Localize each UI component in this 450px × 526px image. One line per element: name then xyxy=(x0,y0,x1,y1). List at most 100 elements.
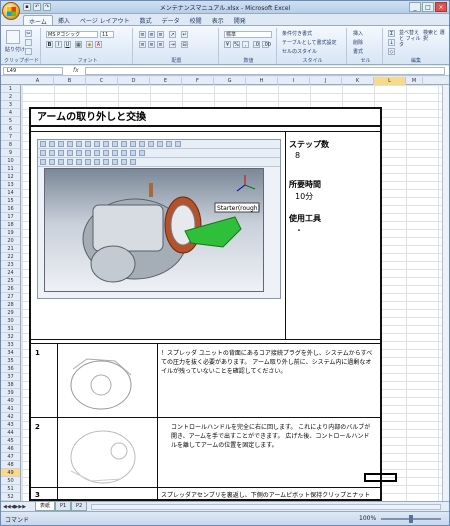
insert-cells-button[interactable]: 挿入 xyxy=(353,30,363,37)
tab-insert[interactable]: 挿入 xyxy=(53,15,75,25)
row-header[interactable]: 3 xyxy=(1,101,20,109)
conditional-format-button[interactable]: 条件付き書式 xyxy=(282,30,312,37)
row-header[interactable]: 49 xyxy=(1,469,20,477)
undo-icon[interactable]: ↶ xyxy=(33,3,41,11)
column-header[interactable]: G xyxy=(214,77,246,85)
save-icon[interactable]: ▪ xyxy=(23,3,31,11)
tab-page-layout[interactable]: ページ レイアウト xyxy=(75,15,135,25)
number-format-select[interactable]: 標準 xyxy=(224,31,272,38)
decrease-decimal-icon[interactable]: .00 xyxy=(262,41,271,48)
row-header[interactable]: 30 xyxy=(1,317,20,325)
zoom-slider-handle[interactable] xyxy=(409,515,413,523)
bold-button[interactable]: B xyxy=(46,41,53,48)
row-header[interactable]: 44 xyxy=(1,429,20,437)
sort-filter-button[interactable]: 並べ替えと フィルタ xyxy=(399,30,421,48)
row-header[interactable]: 40 xyxy=(1,397,20,405)
worksheet-grid[interactable]: アームの取り外しと交換 Starter(rough) ステップ数 8 所要時間 … xyxy=(22,85,442,501)
row-header[interactable]: 37 xyxy=(1,373,20,381)
row-header[interactable]: 1 xyxy=(1,85,20,93)
row-header[interactable]: 23 xyxy=(1,261,20,269)
font-name-select[interactable]: MS Pゴシック xyxy=(46,31,98,38)
align-top-icon[interactable]: ≡ xyxy=(139,31,146,38)
name-box[interactable]: L49 xyxy=(3,67,63,75)
row-header[interactable]: 4 xyxy=(1,109,20,117)
vertical-scrollbar[interactable] xyxy=(442,85,449,501)
row-header[interactable]: 19 xyxy=(1,229,20,237)
align-middle-icon[interactable]: ≡ xyxy=(148,31,155,38)
format-as-table-button[interactable]: テーブルとして書式設定 xyxy=(282,39,337,46)
cell-styles-button[interactable]: セルのスタイル xyxy=(282,48,317,55)
column-header[interactable]: F xyxy=(182,77,214,85)
tab-view[interactable]: 表示 xyxy=(207,15,229,25)
row-header[interactable]: 21 xyxy=(1,245,20,253)
row-header[interactable]: 36 xyxy=(1,365,20,373)
minimize-button[interactable]: _ xyxy=(409,2,421,12)
row-header[interactable]: 34 xyxy=(1,349,20,357)
tab-review[interactable]: 校閲 xyxy=(185,15,207,25)
column-header[interactable]: B xyxy=(54,77,86,85)
align-right-icon[interactable]: ≡ xyxy=(157,41,164,48)
wrap-text-icon[interactable]: ↵ xyxy=(181,31,188,38)
autosum-icon[interactable]: Σ xyxy=(388,30,395,37)
italic-button[interactable]: I xyxy=(55,41,62,48)
row-header[interactable]: 24 xyxy=(1,269,20,277)
column-header[interactable]: D xyxy=(118,77,150,85)
cut-icon[interactable]: ✂ xyxy=(25,30,32,37)
column-header[interactable]: J xyxy=(310,77,342,85)
row-header[interactable]: 13 xyxy=(1,181,20,189)
row-header[interactable]: 47 xyxy=(1,453,20,461)
row-header[interactable]: 14 xyxy=(1,189,20,197)
fx-icon[interactable]: fx xyxy=(73,67,79,74)
row-header[interactable]: 32 xyxy=(1,333,20,341)
row-header[interactable]: 26 xyxy=(1,285,20,293)
close-button[interactable]: × xyxy=(435,2,447,12)
column-header[interactable]: C xyxy=(86,77,118,85)
row-header[interactable]: 10 xyxy=(1,157,20,165)
row-header[interactable]: 11 xyxy=(1,165,20,173)
row-header[interactable]: 16 xyxy=(1,205,20,213)
sheet-tab-p1[interactable]: P1 xyxy=(55,502,72,511)
align-center-icon[interactable]: ≡ xyxy=(148,41,155,48)
orientation-icon[interactable]: ↗ xyxy=(169,31,176,38)
align-left-icon[interactable]: ≡ xyxy=(139,41,146,48)
row-header[interactable]: 39 xyxy=(1,389,20,397)
row-header[interactable]: 38 xyxy=(1,381,20,389)
find-select-button[interactable]: 検索と 選択 xyxy=(423,30,445,42)
row-header[interactable]: 41 xyxy=(1,405,20,413)
selected-cell[interactable] xyxy=(364,473,397,482)
tab-formulas[interactable]: 数式 xyxy=(135,15,157,25)
column-header[interactable]: E xyxy=(150,77,182,85)
row-header[interactable]: 12 xyxy=(1,173,20,181)
font-size-select[interactable]: 11 xyxy=(100,31,114,38)
font-color-icon[interactable]: A xyxy=(95,41,102,48)
column-header[interactable]: A xyxy=(22,77,54,85)
row-header[interactable]: 9 xyxy=(1,149,20,157)
row-header[interactable]: 51 xyxy=(1,485,20,493)
clear-icon[interactable]: ◇ xyxy=(388,48,395,55)
row-header[interactable]: 48 xyxy=(1,461,20,469)
comma-icon[interactable]: , xyxy=(242,41,249,48)
row-header[interactable]: 2 xyxy=(1,93,20,101)
row-header[interactable]: 22 xyxy=(1,253,20,261)
row-header[interactable]: 28 xyxy=(1,301,20,309)
indent-icon[interactable]: ⇥ xyxy=(169,41,176,48)
paste-icon[interactable] xyxy=(6,30,20,44)
office-button[interactable] xyxy=(2,2,20,20)
merge-center-icon[interactable]: ⊟ xyxy=(181,41,188,48)
tab-data[interactable]: データ xyxy=(157,15,185,25)
row-header[interactable]: 35 xyxy=(1,357,20,365)
row-header[interactable]: 15 xyxy=(1,197,20,205)
row-header[interactable]: 17 xyxy=(1,213,20,221)
row-header[interactable]: 5 xyxy=(1,117,20,125)
row-header[interactable]: 46 xyxy=(1,445,20,453)
row-header[interactable]: 43 xyxy=(1,421,20,429)
sheet-nav-arrows[interactable]: ◀◀◀▶▶▶ xyxy=(3,504,26,510)
redo-icon[interactable]: ↷ xyxy=(43,3,51,11)
horizontal-scrollbar[interactable] xyxy=(91,504,441,510)
underline-button[interactable]: U xyxy=(64,41,71,48)
row-header[interactable]: 52 xyxy=(1,493,20,501)
row-header[interactable]: 20 xyxy=(1,237,20,245)
delete-cells-button[interactable]: 削除 xyxy=(353,39,363,46)
column-header[interactable]: K xyxy=(342,77,374,85)
sheet-tab-p2[interactable]: P2 xyxy=(71,502,88,511)
